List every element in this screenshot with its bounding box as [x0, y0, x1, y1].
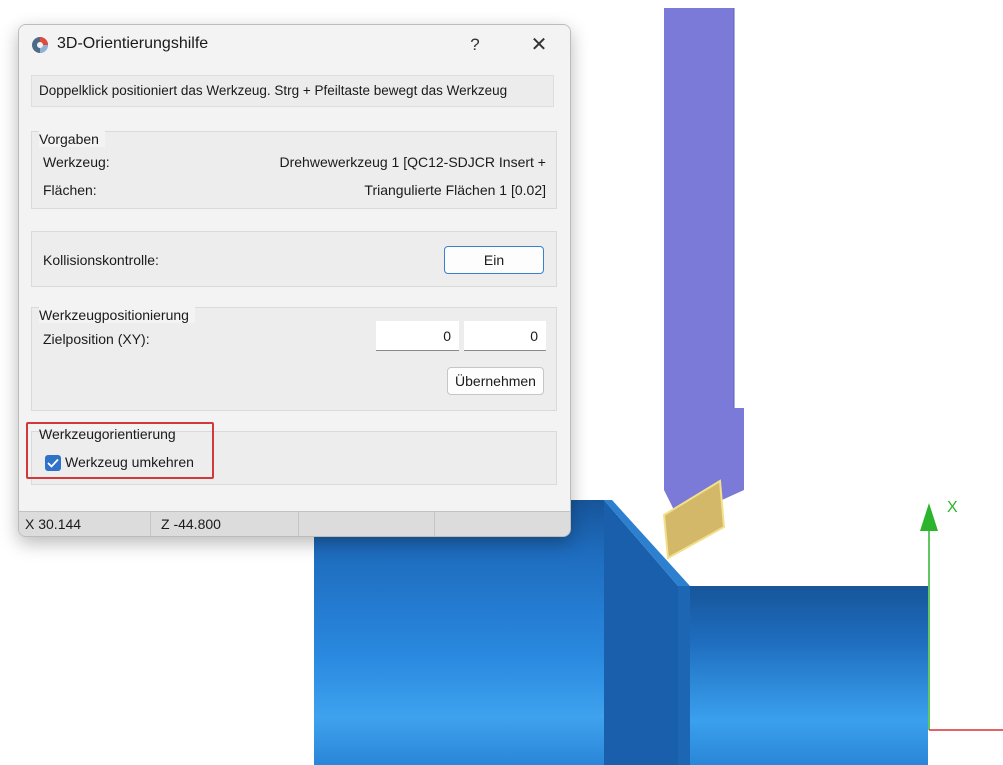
status-empty-2: [435, 512, 570, 536]
target-x-input[interactable]: [376, 321, 459, 351]
flaechen-label: Flächen:: [43, 182, 97, 198]
x-axis-label: X: [947, 499, 958, 516]
annotation-highlight-box: [26, 422, 214, 479]
target-position-label: Zielposition (XY):: [43, 331, 150, 347]
apply-button[interactable]: Übernehmen: [447, 367, 544, 395]
status-bar: X 30.144 Z -44.800: [19, 511, 570, 536]
workpiece: [314, 500, 928, 765]
status-x: X 30.144: [19, 512, 151, 536]
axis-indicator: [920, 503, 1003, 731]
vorgaben-label: Vorgaben: [39, 131, 105, 147]
target-y-input[interactable]: [464, 321, 546, 351]
status-z: Z -44.800: [151, 512, 299, 536]
flaechen-value: Triangulierte Flächen 1 [0.02]: [364, 182, 546, 198]
positioning-group: Werkzeugpositionierung Zielposition (XY)…: [31, 307, 557, 411]
collision-toggle-button[interactable]: Ein: [444, 246, 544, 274]
tool-holder: [664, 8, 744, 510]
close-button[interactable]: ✕: [519, 29, 559, 61]
positioning-label: Werkzeugpositionierung: [39, 307, 195, 323]
status-empty-1: [299, 512, 435, 536]
instruction-text: Doppelklick positioniert das Werkzeug. S…: [31, 75, 554, 107]
collision-group: Kollisionskontrolle: Ein: [31, 231, 557, 287]
werkzeug-value: Drehwewerkzeug 1 [QC12-SDJCR Insert +: [279, 154, 547, 170]
werkzeug-label: Werkzeug:: [43, 154, 110, 170]
vorgaben-group: Vorgaben Werkzeug: Drehwewerkzeug 1 [QC1…: [31, 131, 557, 209]
title-bar[interactable]: 3D-Orientierungshilfe ? ✕: [19, 25, 570, 65]
app-logo-icon: [31, 36, 49, 54]
collision-label: Kollisionskontrolle:: [43, 252, 159, 268]
orientation-dialog: 3D-Orientierungshilfe ? ✕ Doppelklick po…: [18, 24, 571, 537]
help-button[interactable]: ?: [455, 29, 495, 61]
dialog-title: 3D-Orientierungshilfe: [57, 35, 209, 52]
